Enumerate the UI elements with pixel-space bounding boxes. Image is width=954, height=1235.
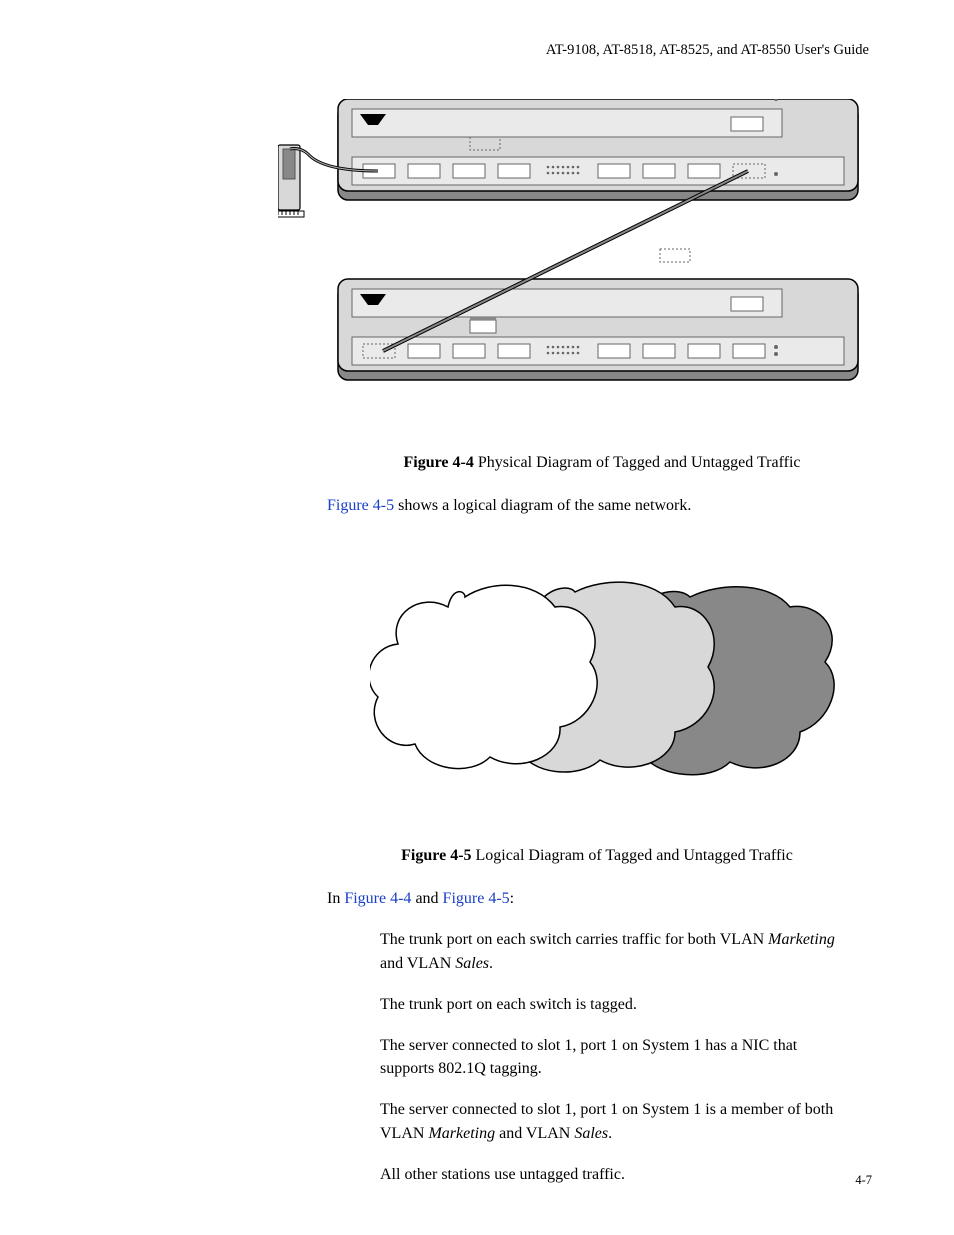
bullet-3: The server connected to slot 1, port 1 o… bbox=[380, 1034, 844, 1080]
bullet-5: All other stations use untagged traffic. bbox=[380, 1163, 844, 1186]
bullet-1-text-c: . bbox=[489, 955, 493, 972]
figure-4-5-link-2[interactable]: Figure 4-5 bbox=[443, 890, 510, 907]
figure-4-4-diagram bbox=[278, 99, 868, 404]
in-suffix: : bbox=[510, 890, 514, 907]
figure-4-5-diagram bbox=[370, 562, 840, 797]
bullet-1-text-b: and VLAN bbox=[380, 955, 455, 972]
figure-4-4-caption: Figure 4-4 Physical Diagram of Tagged an… bbox=[350, 454, 854, 472]
bullet-4: The server connected to slot 1, port 1 o… bbox=[380, 1098, 844, 1144]
bullet-4-italic-1: Marketing bbox=[428, 1125, 495, 1142]
bullet-4-italic-2: Sales bbox=[574, 1125, 608, 1142]
figure-4-4-label: Figure 4-4 bbox=[403, 454, 473, 471]
bullet-4-text-b: and VLAN bbox=[495, 1125, 574, 1142]
page-header: AT-9108, AT-8518, AT-8525, and AT-8550 U… bbox=[80, 42, 874, 59]
figure-4-5-text: Logical Diagram of Tagged and Untagged T… bbox=[472, 847, 793, 864]
intro-paragraph: Figure 4-5 shows a logical diagram of th… bbox=[327, 494, 844, 517]
bullet-4-text-c: . bbox=[608, 1125, 612, 1142]
bullet-1: The trunk port on each switch carries tr… bbox=[380, 928, 844, 974]
intro-rest: shows a logical diagram of the same netw… bbox=[394, 497, 691, 514]
bullet-1-italic-1: Marketing bbox=[768, 931, 835, 948]
bullet-2: The trunk port on each switch is tagged. bbox=[380, 993, 844, 1016]
in-figures-line: In Figure 4-4 and Figure 4-5: bbox=[327, 887, 844, 910]
figure-4-5-link-1[interactable]: Figure 4-5 bbox=[327, 497, 394, 514]
in-prefix: In bbox=[327, 890, 344, 907]
figure-4-5-label: Figure 4-5 bbox=[401, 847, 471, 864]
in-mid: and bbox=[411, 890, 442, 907]
bullet-1-italic-2: Sales bbox=[455, 955, 489, 972]
figure-4-5-caption: Figure 4-5 Logical Diagram of Tagged and… bbox=[350, 847, 844, 865]
bullet-1-text-a: The trunk port on each switch carries tr… bbox=[380, 931, 768, 948]
page-number: 4-7 bbox=[855, 1173, 872, 1188]
figure-4-4-link[interactable]: Figure 4-4 bbox=[344, 890, 411, 907]
figure-4-4-text: Physical Diagram of Tagged and Untagged … bbox=[474, 454, 801, 471]
